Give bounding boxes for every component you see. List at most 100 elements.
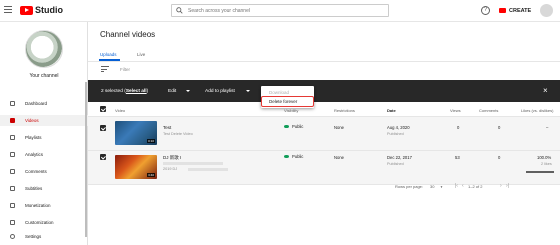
sidebar-item-comments[interactable]: Comments	[0, 166, 88, 177]
first-page-icon[interactable]: |‹	[455, 183, 458, 189]
filter-input[interactable]: Filter	[120, 67, 130, 72]
likes-ratio-bar	[526, 171, 554, 173]
table-row[interactable]: 0:10 Test Test Delete Video Public None …	[88, 117, 560, 151]
visibility-status[interactable]: Public	[284, 124, 303, 129]
chevron-down-icon[interactable]: ▼	[440, 185, 443, 189]
sidebar-item-label: Analytics	[25, 152, 44, 157]
visibility-label: Public	[292, 154, 304, 159]
search-input[interactable]	[188, 6, 384, 16]
playlists-icon	[10, 135, 15, 140]
redacted-description	[188, 168, 228, 171]
date-status: Published	[387, 132, 404, 136]
video-description: 2019 DJ	[163, 167, 178, 171]
views-value: 53	[455, 155, 460, 160]
video-camera-icon	[499, 8, 506, 13]
sidebar-item-label: Dashboard	[25, 101, 48, 106]
gear-icon	[10, 234, 15, 239]
create-button[interactable]: CREATE	[499, 5, 531, 16]
redacted-description	[163, 162, 223, 165]
row-checkbox[interactable]	[100, 125, 106, 131]
analytics-icon	[10, 152, 15, 157]
help-icon[interactable]: ?	[481, 6, 490, 15]
sidebar-item-analytics[interactable]: Analytics	[0, 149, 88, 160]
sidebar-item-dashboard[interactable]: Dashboard	[0, 98, 88, 109]
sidebar-item-label: Videos	[25, 118, 39, 123]
subtitles-icon	[10, 186, 15, 191]
select-all-link[interactable]: Select all	[126, 89, 147, 94]
column-header-comments[interactable]: Comments	[479, 108, 498, 113]
video-thumbnail[interactable]: 3:40	[115, 155, 157, 179]
dashboard-icon	[10, 101, 15, 106]
next-page-icon[interactable]: ›	[500, 183, 502, 189]
sidebar-item-label: Playlists	[25, 135, 42, 140]
sidebar-item-label: Monetization	[25, 203, 51, 208]
settings-label: Settings	[25, 234, 42, 239]
sidebar-item-customization[interactable]: Customization	[0, 217, 88, 228]
selection-count: 2 selected (Select all)	[101, 89, 148, 94]
likes-count: 2 likes	[541, 162, 552, 166]
column-header-restrictions[interactable]: Restrictions	[334, 108, 355, 113]
create-label: CREATE	[509, 7, 532, 14]
video-duration: 3:40	[147, 173, 155, 177]
account-avatar[interactable]	[540, 4, 553, 17]
select-all-checkbox[interactable]	[100, 106, 106, 112]
selection-count-suffix: )	[146, 89, 149, 94]
date-status: Published	[387, 162, 404, 166]
row-checkbox[interactable]	[100, 154, 106, 160]
customization-icon	[10, 220, 15, 225]
sidebar-item-monetization[interactable]: Monetization	[0, 200, 88, 211]
videos-icon	[10, 118, 15, 123]
likes-value: 100.0%	[537, 155, 552, 160]
sidebar: Your channel Dashboard Videos Playlists …	[0, 22, 88, 245]
column-header-date[interactable]: Date	[387, 108, 396, 113]
studio-logo[interactable]: Studio	[20, 5, 63, 15]
add-to-playlist-caret-icon	[246, 90, 250, 92]
page-range: 1–2 of 2	[468, 184, 483, 189]
views-value: 0	[457, 125, 460, 130]
column-header-video[interactable]: Video	[115, 108, 125, 113]
sidebar-item-videos[interactable]: Videos	[0, 115, 88, 126]
comments-value: 0	[498, 125, 501, 130]
column-header-views[interactable]: Views	[450, 108, 461, 113]
eye-icon	[284, 124, 289, 129]
rows-per-page-label: Rows per page:	[395, 184, 424, 189]
sidebar-item-subtitles[interactable]: Subtitles	[0, 183, 88, 194]
restrictions-value: None	[334, 125, 345, 130]
sidebar-item-label: Subtitles	[25, 186, 43, 191]
sidebar-item-settings[interactable]: Settings	[0, 231, 88, 242]
comments-value: 0	[498, 155, 501, 160]
menu-icon[interactable]	[4, 6, 12, 15]
column-header-visibility[interactable]: Visibility	[284, 108, 298, 113]
monetization-icon	[10, 203, 15, 208]
tab-uploads[interactable]: Uploads	[100, 52, 117, 57]
eye-icon	[284, 154, 289, 159]
video-title[interactable]: Test	[163, 125, 171, 130]
youtube-logo-icon	[20, 5, 33, 15]
tab-live[interactable]: Live	[137, 52, 145, 57]
sidebar-item-playlists[interactable]: Playlists	[0, 132, 88, 143]
filter-icon[interactable]	[101, 66, 109, 72]
add-to-playlist-button[interactable]: Add to playlist	[205, 89, 235, 94]
app-name: Studio	[35, 5, 63, 15]
video-title[interactable]: DJ 新歌 I	[163, 155, 181, 161]
close-icon[interactable]: ×	[543, 87, 548, 95]
search-box[interactable]	[171, 4, 389, 17]
prev-page-icon[interactable]: ‹	[462, 183, 464, 189]
channel-avatar[interactable]	[25, 30, 63, 68]
channel-name[interactable]: Your channel	[0, 73, 88, 79]
visibility-status[interactable]: Public	[284, 154, 303, 159]
tabs-divider	[88, 61, 560, 62]
date-value: Dec 22, 2017	[387, 155, 412, 160]
edit-button[interactable]: Edit	[168, 89, 176, 94]
visibility-label: Public	[292, 124, 304, 129]
likes-value: –	[546, 125, 549, 130]
rows-per-page-select[interactable]: 30	[430, 184, 434, 189]
sidebar-scrollbar[interactable]	[85, 82, 87, 237]
column-header-likes[interactable]: Likes (vs. dislikes)	[521, 108, 553, 113]
edit-caret-icon	[186, 90, 190, 92]
video-thumbnail[interactable]: 0:10	[115, 121, 157, 145]
date-value: Aug 4, 2020	[387, 125, 410, 130]
last-page-icon[interactable]: ›|	[506, 183, 509, 189]
table-header: Video Visibility Restrictions Date Views…	[88, 102, 560, 117]
selection-count-text: 2 selected (	[101, 89, 126, 94]
